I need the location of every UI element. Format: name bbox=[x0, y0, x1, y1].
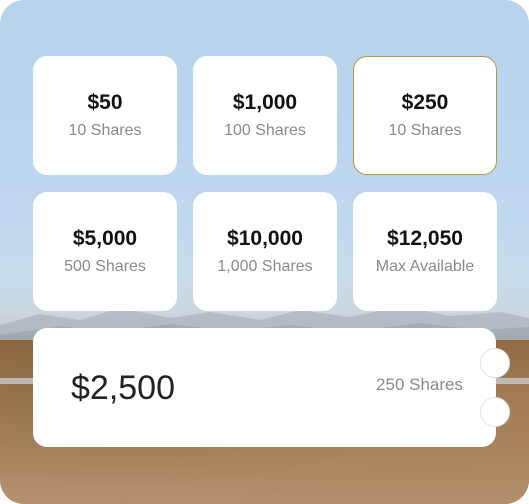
amount-label: $1,000 bbox=[232, 91, 298, 114]
amount-option-5000[interactable]: $5,000 500 Shares bbox=[33, 192, 177, 311]
scroll-handle-bottom[interactable] bbox=[480, 397, 510, 427]
shares-label: 500 Shares bbox=[64, 258, 146, 275]
amount-label: $250 bbox=[401, 91, 449, 114]
shares-label: 100 Shares bbox=[224, 122, 306, 139]
shares-label: Max Available bbox=[375, 258, 475, 275]
amount-label: $50 bbox=[87, 91, 123, 114]
amount-option-250-selected[interactable]: $250 10 Shares bbox=[353, 56, 497, 175]
amount-label: $12,050 bbox=[387, 227, 463, 250]
scroll-handle-top[interactable] bbox=[480, 348, 510, 378]
investment-amount-picker: $50 10 Shares $1,000 100 Shares $250 10 … bbox=[0, 0, 529, 504]
custom-amount-input[interactable] bbox=[71, 369, 321, 408]
shares-label: 1,000 Shares bbox=[217, 258, 313, 275]
amount-option-max[interactable]: $12,050 Max Available bbox=[353, 192, 497, 311]
custom-amount-card: 250 Shares bbox=[33, 328, 510, 447]
amount-label: $5,000 bbox=[72, 227, 138, 250]
custom-shares-label: 250 Shares bbox=[376, 375, 463, 394]
amount-option-1000[interactable]: $1,000 100 Shares bbox=[193, 56, 337, 175]
amount-label: $10,000 bbox=[227, 227, 303, 250]
shares-label: 10 Shares bbox=[388, 122, 462, 139]
shares-label: 10 Shares bbox=[68, 122, 142, 139]
amount-option-50[interactable]: $50 10 Shares bbox=[33, 56, 177, 175]
amount-option-10000[interactable]: $10,000 1,000 Shares bbox=[193, 192, 337, 311]
